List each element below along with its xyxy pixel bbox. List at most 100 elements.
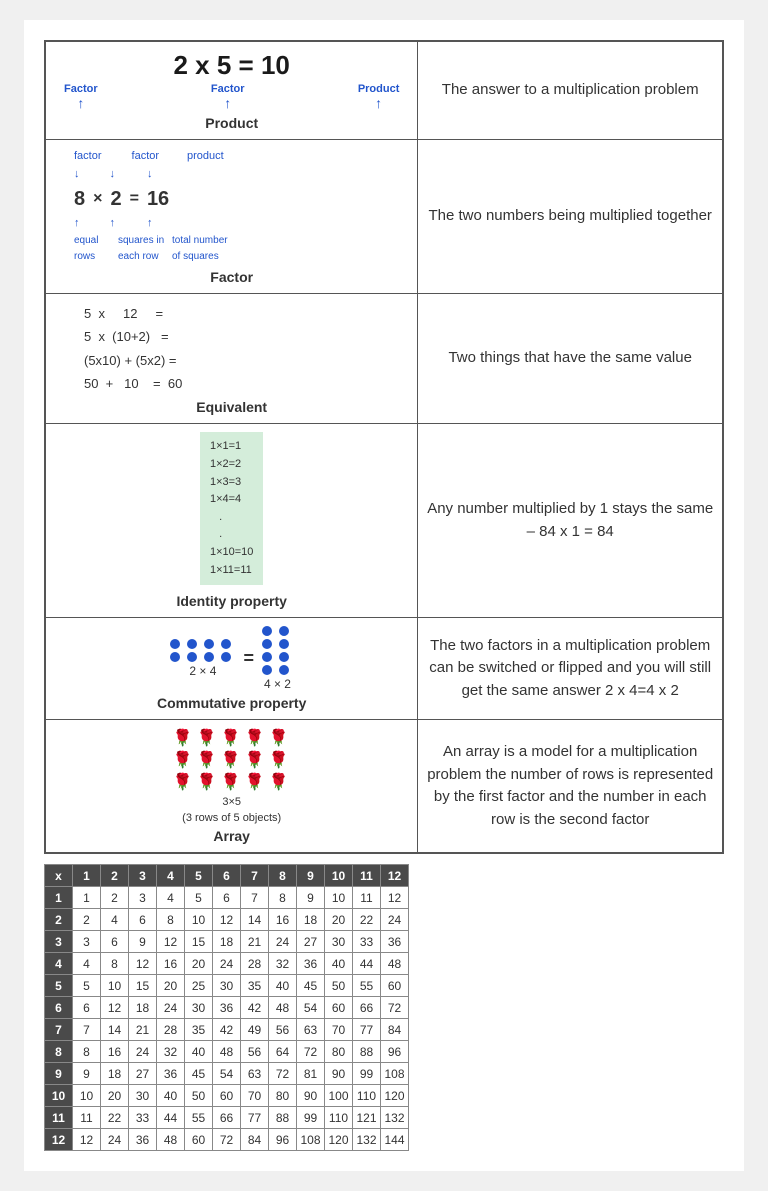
mult-cell: 9 bbox=[297, 887, 325, 909]
mult-cell: 12 bbox=[381, 887, 409, 909]
mult-cell: 36 bbox=[213, 997, 241, 1019]
equiv-left-cell: 5 x 12 = 5 x (10+2) = (5x10) + (5x2) = 5… bbox=[45, 293, 418, 424]
mult-cell: 144 bbox=[381, 1129, 409, 1151]
mult-cell: 60 bbox=[213, 1085, 241, 1107]
vocabulary-table: 2 x 5 = 10 Factor ↑ Factor ↑ Product ↑ bbox=[44, 40, 724, 854]
mult-cell: 6 bbox=[45, 997, 73, 1019]
mult-cell: 120 bbox=[381, 1085, 409, 1107]
mult-cell: 108 bbox=[297, 1129, 325, 1151]
mult-cell: 24 bbox=[269, 931, 297, 953]
mult-cell: 40 bbox=[185, 1041, 213, 1063]
mult-cell: 30 bbox=[185, 997, 213, 1019]
mult-cell: 40 bbox=[157, 1085, 185, 1107]
mult-cell: 3 bbox=[45, 931, 73, 953]
arrow-factor1: Factor ↑ bbox=[64, 83, 98, 111]
mult-cell: 21 bbox=[241, 931, 269, 953]
mult-cell: 60 bbox=[381, 975, 409, 997]
mult-cell: 6 bbox=[73, 997, 101, 1019]
dot-group-right: 4 × 2 bbox=[262, 626, 293, 691]
mult-cell: 60 bbox=[325, 997, 353, 1019]
mult-row-10: 10102030405060708090100110120 bbox=[45, 1085, 409, 1107]
mult-cell: 11 bbox=[73, 1107, 101, 1129]
mult-cell: 16 bbox=[269, 909, 297, 931]
mult-cell: 7 bbox=[73, 1019, 101, 1041]
table-row: 2 x 5 = 10 Factor ↑ Factor ↑ Product ↑ bbox=[45, 41, 723, 140]
mult-cell: 48 bbox=[213, 1041, 241, 1063]
mult-header-1: 1 bbox=[73, 865, 101, 887]
mult-cell: 45 bbox=[185, 1063, 213, 1085]
mult-cell: 11 bbox=[353, 887, 381, 909]
mult-cell: 4 bbox=[45, 953, 73, 975]
factor-num3: 16 bbox=[147, 183, 169, 215]
mult-cell: 56 bbox=[241, 1041, 269, 1063]
mult-cell: 12 bbox=[157, 931, 185, 953]
array-left-cell: 🌹🌹🌹🌹🌹 🌹🌹🌹🌹🌹 🌹🌹🌹🌹🌹 3×5 (3 rows of 5 objec… bbox=[45, 720, 418, 854]
table-row: 5 x 12 = 5 x (10+2) = (5x10) + (5x2) = 5… bbox=[45, 293, 723, 424]
mult-cell: 10 bbox=[73, 1085, 101, 1107]
equals-icon: = bbox=[243, 648, 254, 669]
mult-cell: 10 bbox=[325, 887, 353, 909]
mult-row-8: 881624324048566472808896 bbox=[45, 1041, 409, 1063]
mult-cell: 25 bbox=[185, 975, 213, 997]
mult-cell: 66 bbox=[353, 997, 381, 1019]
mult-cell: 108 bbox=[381, 1063, 409, 1085]
mult-cell: 66 bbox=[213, 1107, 241, 1129]
equiv-label: Equivalent bbox=[54, 399, 409, 415]
mult-row-1: 1123456789101112 bbox=[45, 887, 409, 909]
array-label: Array bbox=[54, 828, 409, 844]
mult-cell: 110 bbox=[325, 1107, 353, 1129]
mult-cell: 54 bbox=[297, 997, 325, 1019]
mult-cell: 9 bbox=[129, 931, 157, 953]
mult-cell: 42 bbox=[213, 1019, 241, 1041]
commutative-diagram: 2 × 4 = 4 × 2 bbox=[54, 626, 409, 691]
mult-cell: 8 bbox=[269, 887, 297, 909]
factor-times: × bbox=[93, 186, 102, 212]
mult-cell: 50 bbox=[185, 1085, 213, 1107]
mult-cell: 54 bbox=[213, 1063, 241, 1085]
mult-cell: 84 bbox=[241, 1129, 269, 1151]
mult-cell: 36 bbox=[297, 953, 325, 975]
mult-cell: 24 bbox=[213, 953, 241, 975]
mult-cell: 24 bbox=[157, 997, 185, 1019]
mult-cell: 8 bbox=[45, 1041, 73, 1063]
mult-cell: 132 bbox=[353, 1129, 381, 1151]
mult-header-5: 5 bbox=[185, 865, 213, 887]
mult-header-9: 9 bbox=[297, 865, 325, 887]
mult-cell: 30 bbox=[325, 931, 353, 953]
multiplication-table: x123456789101112112345678910111222468101… bbox=[44, 864, 409, 1151]
mult-cell: 9 bbox=[45, 1063, 73, 1085]
mult-cell: 20 bbox=[185, 953, 213, 975]
mult-cell: 48 bbox=[157, 1129, 185, 1151]
product-equation: 2 x 5 = 10 bbox=[54, 50, 409, 81]
factor-sub1: factor bbox=[74, 148, 102, 166]
arrow-factor2: Factor ↑ bbox=[211, 83, 245, 111]
identity-left-cell: 1×1=1 1×2=2 1×3=3 1×4=4 . . 1×10=10 1×11… bbox=[45, 424, 418, 618]
mult-cell: 12 bbox=[45, 1129, 73, 1151]
right-eq-label: 4 × 2 bbox=[262, 677, 293, 691]
array-right-cell: An array is a model for a multiplication… bbox=[418, 720, 723, 854]
mult-cell: 48 bbox=[269, 997, 297, 1019]
mult-row-11: 11112233445566778899110121132 bbox=[45, 1107, 409, 1129]
mult-cell: 10 bbox=[45, 1085, 73, 1107]
mult-cell: 4 bbox=[73, 953, 101, 975]
mult-cell: 11 bbox=[45, 1107, 73, 1129]
mult-cell: 70 bbox=[241, 1085, 269, 1107]
mult-header-2: 2 bbox=[101, 865, 129, 887]
mult-header-6: 6 bbox=[213, 865, 241, 887]
mult-cell: 72 bbox=[297, 1041, 325, 1063]
identity-diagram: 1×1=1 1×2=2 1×3=3 1×4=4 . . 1×10=10 1×11… bbox=[200, 432, 263, 585]
mult-cell: 32 bbox=[157, 1041, 185, 1063]
left-eq-label: 2 × 4 bbox=[170, 664, 235, 678]
mult-row-2: 224681012141618202224 bbox=[45, 909, 409, 931]
table-row: factor factor product ↓↓↓ 8 × 2 = 16 bbox=[45, 140, 723, 294]
mult-header-3: 3 bbox=[129, 865, 157, 887]
mult-cell: 2 bbox=[45, 909, 73, 931]
mult-cell: 3 bbox=[129, 887, 157, 909]
mult-cell: 15 bbox=[185, 931, 213, 953]
factor-num1: 8 bbox=[74, 183, 85, 215]
mult-cell: 10 bbox=[185, 909, 213, 931]
mult-cell: 63 bbox=[241, 1063, 269, 1085]
table-row: 🌹🌹🌹🌹🌹 🌹🌹🌹🌹🌹 🌹🌹🌹🌹🌹 3×5 (3 rows of 5 objec… bbox=[45, 720, 723, 854]
factor-sub2: factor bbox=[132, 148, 160, 166]
mult-cell: 5 bbox=[73, 975, 101, 997]
